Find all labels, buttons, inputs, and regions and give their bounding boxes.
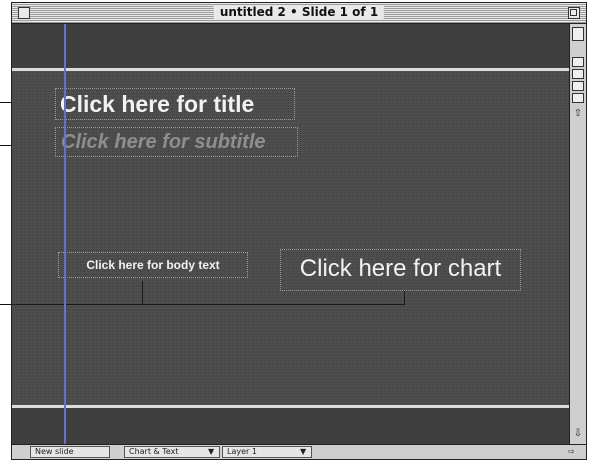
chevron-down-icon[interactable]: ▼ (208, 446, 214, 458)
vertical-scrollbar[interactable]: ⇧ ⇩ (569, 24, 586, 444)
sorter-view-button[interactable] (572, 93, 584, 103)
top-band (12, 24, 569, 68)
layer-dropdown[interactable]: Layer 1 (222, 446, 312, 458)
scroll-up-arrow-icon[interactable]: ⇧ (571, 108, 585, 120)
connector-line (142, 281, 143, 305)
top-band-rule (12, 68, 569, 71)
slide-canvas[interactable]: Click here for title Click here for subt… (12, 24, 569, 444)
layout-dropdown[interactable]: Chart & Text (124, 446, 220, 458)
title-bar[interactable]: untitled 2 • Slide 1 of 1 (12, 3, 586, 24)
new-slide-button[interactable]: New slide (30, 446, 110, 458)
scroll-down-arrow-icon[interactable]: ⇩ (571, 428, 585, 440)
presentation-window: untitled 2 • Slide 1 of 1 Click here for… (11, 2, 587, 460)
zoom-box-icon[interactable] (568, 7, 580, 19)
title-placeholder[interactable]: Click here for title (55, 88, 295, 120)
chevron-down-icon[interactable]: ▼ (300, 446, 306, 458)
connector-line (404, 291, 405, 305)
scroll-right-icon[interactable]: ⇨ (568, 446, 575, 458)
chart-placeholder[interactable]: Click here for chart (280, 249, 521, 291)
connector-line (12, 304, 405, 305)
close-box-icon[interactable] (18, 7, 30, 19)
window-title: untitled 2 • Slide 1 of 1 (213, 5, 385, 20)
handout-view-button[interactable] (572, 81, 584, 91)
subtitle-placeholder[interactable]: Click here for subtitle (55, 127, 298, 157)
bottom-band (12, 408, 569, 444)
body-text-placeholder[interactable]: Click here for body text (58, 252, 248, 278)
status-bar: New slide Chart & Text ▼ Layer 1 ▼ ⇨ (12, 444, 586, 459)
notes-view-button[interactable] (572, 69, 584, 79)
slide-view-button[interactable] (572, 27, 584, 41)
vertical-guide-line[interactable] (64, 24, 66, 444)
outline-view-button[interactable] (572, 57, 584, 67)
